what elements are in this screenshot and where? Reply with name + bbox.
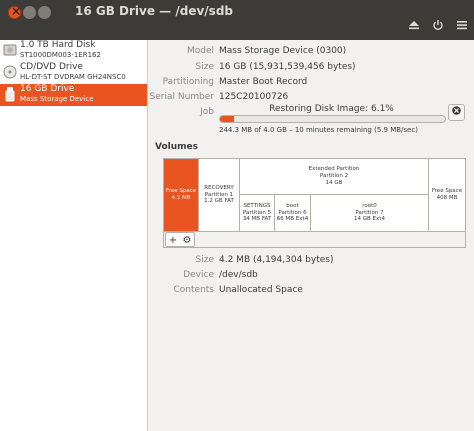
device-subtitle: Mass Storage Device — [20, 95, 94, 103]
title-bar: 16 GB Drive — /dev/sdb — [0, 0, 474, 40]
job-label: Job — [200, 107, 214, 117]
job-progress-bar — [219, 115, 446, 123]
sidebar-item-hard-disk[interactable]: 1.0 TB Hard Disk ST1000DM003-1ER162 — [0, 40, 147, 62]
device-sidebar: 1.0 TB Hard Disk ST1000DM003-1ER162 CD/D… — [0, 40, 148, 431]
volume-line: 1.2 GB FAT — [204, 198, 234, 205]
device-subtitle: HL-DT-ST DVDRAM GH24NSC0 — [20, 73, 126, 81]
volume-map: Free Space 4.2 MB RECOVERY Partition 1 1… — [163, 158, 466, 232]
volume-free-space-end[interactable]: Free Space 408 MB — [429, 159, 465, 231]
volume-size-value: 4.2 MB (4,194,304 bytes) — [219, 255, 334, 265]
volume-line: Partition 2 — [319, 173, 349, 180]
sidebar-item-usb-drive[interactable]: 16 GB Drive Mass Storage Device — [0, 84, 147, 106]
optical-drive-icon — [3, 65, 17, 79]
volume-boot-partition[interactable]: boot Partition 6 66 MB Ext4 — [275, 195, 311, 231]
volumes-heading: Volumes — [155, 142, 198, 152]
plus-icon: + — [168, 235, 178, 246]
partitioning-value: Master Boot Record — [219, 77, 308, 87]
volume-line: boot — [286, 202, 299, 209]
gears-icon: ⚙ — [182, 235, 192, 246]
volume-device-label: Device — [183, 270, 214, 280]
volume-device-value: /dev/sdb — [219, 270, 258, 280]
volume-free-space-start[interactable]: Free Space 4.2 MB — [164, 159, 199, 231]
volume-settings-partition[interactable]: SETTINGS Partition 5 34 MB FAT — [240, 195, 275, 231]
power-off-button[interactable] — [428, 17, 448, 37]
volume-toolbar: + ⚙ — [163, 232, 466, 248]
disks-window: 16 GB Drive — /dev/sdb — [0, 0, 474, 431]
volume-line: Free Space — [165, 188, 197, 195]
power-icon — [433, 20, 443, 31]
volume-line: 4.2 MB — [171, 195, 191, 201]
volume-root-partition[interactable]: root0 Partition 7 14 GB Ext4 — [311, 195, 429, 231]
partitioning-label: Partitioning — [162, 77, 214, 87]
drive-details-panel: Model Mass Storage Device (0300) Size 16… — [149, 40, 474, 431]
cancel-job-button[interactable] — [448, 104, 465, 121]
volume-line: 408 MB — [436, 195, 458, 201]
window-title: 16 GB Drive — /dev/sdb — [75, 4, 233, 18]
more-actions-button[interactable]: ⚙ — [180, 234, 194, 247]
device-subtitle: ST1000DM003-1ER162 — [20, 51, 101, 59]
volume-line: Partition 7 — [355, 209, 384, 216]
model-value: Mass Storage Device (0300) — [219, 46, 347, 56]
job-progress-fill — [220, 116, 234, 122]
volume-line: Free Space — [431, 188, 463, 195]
volume-extended-partition[interactable]: Extended Partition Partition 2 14 GB — [240, 159, 429, 195]
volume-size-label: Size — [195, 255, 214, 265]
job-title: Restoring Disk Image: 6.1% — [269, 104, 394, 114]
hard-disk-icon — [3, 44, 17, 56]
volume-line: RECOVERY — [204, 184, 234, 191]
volume-recovery-partition[interactable]: RECOVERY Partition 1 1.2 GB FAT — [199, 159, 240, 231]
menu-icon — [457, 21, 467, 30]
model-label: Model — [186, 46, 214, 56]
drive-menu-button[interactable] — [452, 17, 472, 37]
volume-contents-value: Unallocated Space — [219, 285, 303, 295]
volume-line: Partition 5 — [242, 209, 272, 216]
volume-line: 14 GB — [325, 179, 343, 186]
volume-contents-label: Contents — [173, 285, 214, 295]
close-window-button[interactable] — [8, 4, 21, 19]
device-name: 1.0 TB Hard Disk — [20, 40, 96, 50]
cancel-icon — [452, 106, 461, 115]
volume-line: Extended Partition — [308, 166, 360, 173]
job-detail: 244.3 MB of 4.0 GB – 10 minutes remainin… — [219, 126, 418, 134]
serial-value: 125C20100726 — [219, 92, 289, 102]
volume-line: root0 — [362, 202, 377, 209]
device-name: CD/DVD Drive — [20, 62, 83, 72]
size-value: 16 GB (15,931,539,456 bytes) — [219, 62, 356, 72]
maximize-window-button[interactable] — [38, 6, 51, 19]
serial-label: Serial Number — [149, 92, 214, 102]
volume-line: 14 GB Ext4 — [354, 216, 385, 223]
volume-line: 34 MB FAT — [242, 216, 272, 223]
eject-icon — [409, 21, 419, 30]
device-name: 16 GB Drive — [20, 84, 75, 94]
add-partition-button[interactable]: + — [166, 234, 180, 247]
sidebar-item-cd-dvd[interactable]: CD/DVD Drive HL-DT-ST DVDRAM GH24NSC0 — [0, 62, 147, 84]
minimize-window-button[interactable] — [23, 6, 36, 19]
volume-line: Partition 1 — [204, 191, 234, 198]
volume-actions-group: + ⚙ — [165, 232, 195, 247]
volume-line: Partition 6 — [278, 209, 307, 216]
eject-button[interactable] — [404, 17, 424, 37]
volume-line: SETTINGS — [243, 202, 271, 209]
size-label: Size — [195, 62, 214, 72]
volume-line: 66 MB Ext4 — [276, 216, 309, 223]
usb-drive-icon — [5, 87, 15, 102]
